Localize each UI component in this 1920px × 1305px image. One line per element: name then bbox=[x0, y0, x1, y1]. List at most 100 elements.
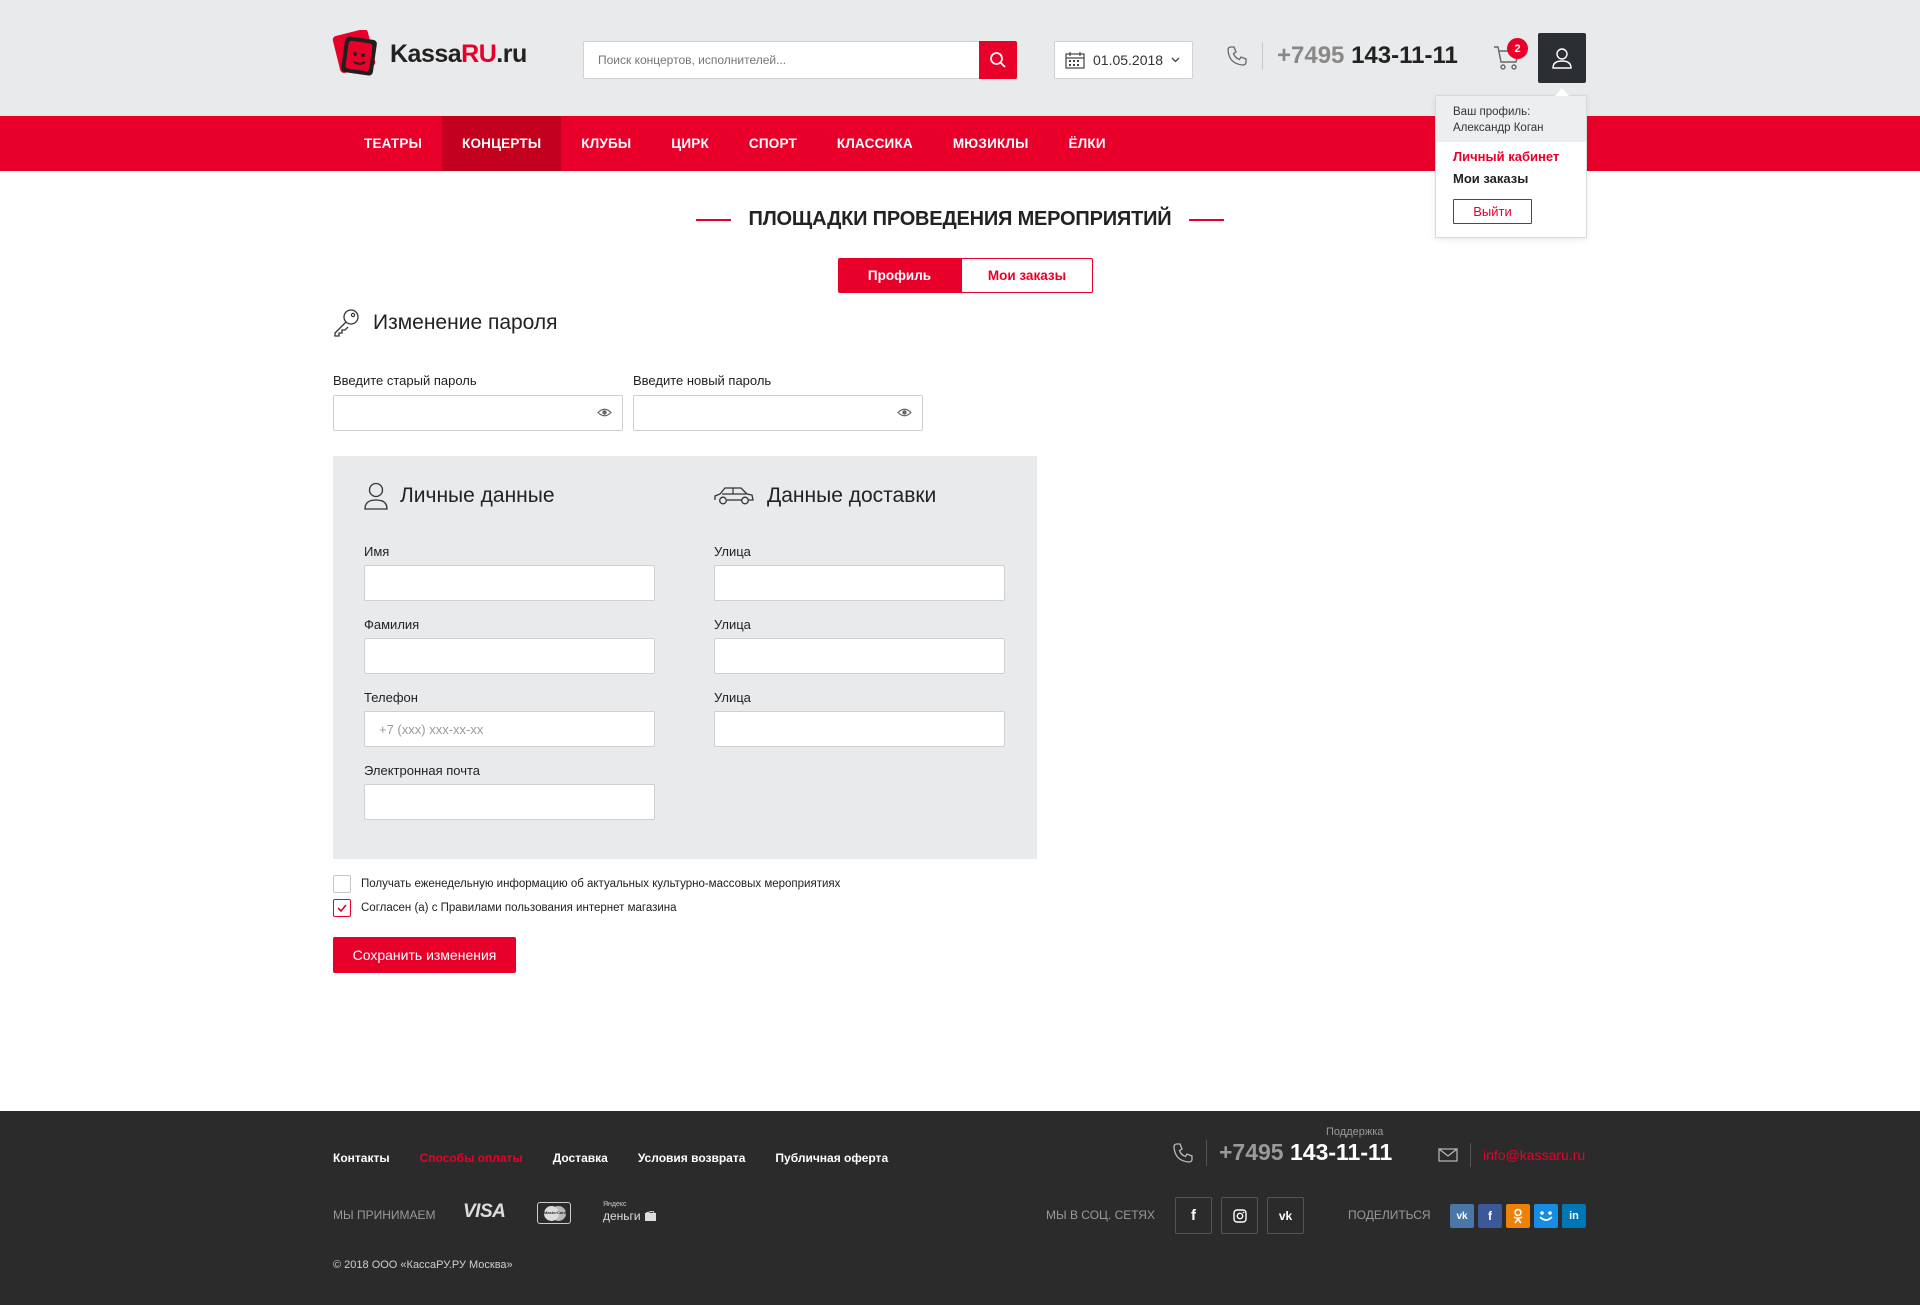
eye-icon[interactable] bbox=[597, 407, 612, 418]
street1-label: Улица bbox=[714, 544, 751, 559]
wallet-icon bbox=[644, 1210, 656, 1221]
last-name-label: Фамилия bbox=[364, 617, 420, 632]
footer-links: Контакты Способы оплаты Доставка Условия… bbox=[333, 1151, 888, 1165]
nav-item-classic[interactable]: КЛАССИКА bbox=[817, 116, 933, 171]
share-vk-button[interactable]: vk bbox=[1450, 1204, 1474, 1228]
terms-checkbox[interactable] bbox=[333, 899, 351, 917]
phone-input[interactable] bbox=[365, 712, 654, 746]
nav-item-yolki[interactable]: ЁЛКИ bbox=[1049, 116, 1126, 171]
mymail-icon bbox=[1539, 1211, 1553, 1221]
user-icon bbox=[364, 482, 388, 510]
eye-icon[interactable] bbox=[897, 407, 912, 418]
footer-phone[interactable]: +7495 143-11-11 bbox=[1172, 1139, 1392, 1166]
newsletter-row: Получать еженедельную информацию об акту… bbox=[333, 875, 840, 893]
title-line-right bbox=[1189, 218, 1225, 221]
cart-button[interactable]: 2 bbox=[1476, 33, 1538, 83]
footer-email-link[interactable]: info@kassaru.ru bbox=[1483, 1147, 1585, 1163]
password-section-heading: Изменение пароля bbox=[333, 308, 558, 338]
delivery-section-heading: Данные доставки bbox=[713, 484, 936, 508]
nav-item-sport[interactable]: СПОРТ bbox=[729, 116, 817, 171]
phone-label: Телефон bbox=[364, 690, 418, 705]
chevron-down-icon bbox=[1171, 57, 1180, 63]
new-password-input[interactable] bbox=[634, 396, 922, 430]
key-icon bbox=[334, 309, 359, 337]
date-picker[interactable]: 01.05.2018 bbox=[1054, 41, 1193, 79]
divider bbox=[1470, 1143, 1471, 1167]
divider bbox=[1262, 42, 1263, 70]
share-mymail-button[interactable] bbox=[1534, 1204, 1558, 1228]
nav-item-musicals[interactable]: МЮЗИКЛЫ bbox=[933, 116, 1049, 171]
car-icon bbox=[714, 487, 754, 505]
tab-profile[interactable]: Профиль bbox=[838, 258, 961, 293]
street1-field bbox=[714, 565, 1005, 601]
footer-link-offer[interactable]: Публичная оферта bbox=[775, 1151, 888, 1165]
search-button[interactable] bbox=[979, 41, 1017, 79]
facebook-button[interactable]: f bbox=[1175, 1197, 1212, 1234]
site-header: KassaRU.ru 01.05.2018 +7495 143-11-11 2 bbox=[0, 0, 1920, 116]
support-label: Поддержка bbox=[1326, 1126, 1384, 1138]
profile-button[interactable] bbox=[1538, 33, 1586, 83]
share-odnoklassniki-button[interactable] bbox=[1506, 1204, 1530, 1228]
street2-field bbox=[714, 638, 1005, 674]
cabinet-link[interactable]: Личный кабинет bbox=[1453, 149, 1559, 164]
email-label: Электронная почта bbox=[364, 763, 481, 778]
footer-link-delivery[interactable]: Доставка bbox=[553, 1151, 608, 1165]
page-title-block: ПЛОЩАДКИ ПРОВЕДЕНИЯ МЕРОПРИЯТИЙ bbox=[0, 208, 1920, 231]
nav-item-concerts[interactable]: КОНЦЕРТЫ bbox=[442, 116, 562, 171]
share-label: ПОДЕЛИТЬСЯ bbox=[1348, 1208, 1431, 1222]
profile-label: Ваш профиль: bbox=[1453, 106, 1531, 118]
old-password-input[interactable] bbox=[334, 396, 622, 430]
phone-field bbox=[364, 711, 655, 747]
footer-link-contacts[interactable]: Контакты bbox=[333, 1151, 390, 1165]
share-linkedin-button[interactable]: in bbox=[1562, 1204, 1586, 1228]
nav-items: ТЕАТРЫ КОНЦЕРТЫ КЛУБЫ ЦИРК СПОРТ КЛАССИК… bbox=[344, 116, 1126, 171]
header-phone[interactable]: +7495 143-11-11 bbox=[1226, 42, 1458, 70]
copyright: © 2018 ООО «КассаРУ.РУ Москва» bbox=[333, 1259, 513, 1271]
first-name-input[interactable] bbox=[365, 566, 654, 600]
footer-phone-number: +7495 143-11-11 bbox=[1219, 1139, 1393, 1165]
footer-link-payment[interactable]: Способы оплаты bbox=[420, 1151, 523, 1165]
logout-button[interactable]: Выйти bbox=[1453, 199, 1532, 224]
logo[interactable]: KassaRU.ru bbox=[332, 29, 527, 78]
calendar-icon bbox=[1065, 52, 1085, 69]
instagram-icon bbox=[1232, 1208, 1247, 1223]
footer-email: info@kassaru.ru bbox=[1438, 1143, 1585, 1167]
street3-input[interactable] bbox=[715, 712, 1004, 746]
phone-icon bbox=[1173, 1142, 1193, 1163]
date-value: 01.05.2018 bbox=[1093, 52, 1164, 68]
search-input[interactable] bbox=[584, 42, 964, 78]
terms-label: Согласен (а) с Правилами пользования инт… bbox=[361, 902, 677, 914]
personal-section-heading: Личные данные bbox=[364, 482, 555, 510]
street3-field bbox=[714, 711, 1005, 747]
vk-icon: vk bbox=[1456, 1210, 1468, 1222]
nav-item-clubs[interactable]: КЛУБЫ bbox=[561, 116, 651, 171]
share-facebook-button[interactable]: f bbox=[1478, 1204, 1502, 1228]
main-nav: ТЕАТРЫ КОНЦЕРТЫ КЛУБЫ ЦИРК СПОРТ КЛАССИК… bbox=[0, 116, 1920, 171]
facebook-icon: f bbox=[1191, 1207, 1196, 1224]
vk-button[interactable]: vk bbox=[1267, 1197, 1304, 1234]
street2-input[interactable] bbox=[715, 639, 1004, 673]
instagram-button[interactable] bbox=[1221, 1197, 1258, 1234]
tab-orders[interactable]: Мои заказы bbox=[961, 258, 1093, 293]
first-name-field bbox=[364, 565, 655, 601]
nav-item-circus[interactable]: ЦИРК bbox=[651, 116, 729, 171]
mastercard-logo: MasterCard bbox=[537, 1202, 571, 1224]
newsletter-checkbox[interactable] bbox=[333, 875, 351, 893]
profile-dropdown: Ваш профиль: Александр Коган Личный каби… bbox=[1435, 95, 1587, 238]
profile-user-name: Александр Коган bbox=[1453, 122, 1544, 134]
phone-icon bbox=[1227, 46, 1247, 66]
delivery-heading: Данные доставки bbox=[767, 484, 937, 507]
last-name-input[interactable] bbox=[365, 639, 654, 673]
dropdown-arrow bbox=[1555, 88, 1569, 96]
email-field bbox=[364, 784, 655, 820]
save-button[interactable]: Сохранить изменения bbox=[333, 937, 516, 973]
email-input[interactable] bbox=[365, 785, 654, 819]
orders-link[interactable]: Мои заказы bbox=[1453, 171, 1528, 186]
password-heading: Изменение пароля bbox=[373, 311, 558, 334]
logo-icon bbox=[332, 29, 382, 78]
logo-text: KassaRU.ru bbox=[390, 39, 527, 68]
footer-link-returns[interactable]: Условия возврата bbox=[638, 1151, 746, 1165]
profile-info: Ваш профиль: Александр Коган bbox=[1436, 96, 1586, 142]
nav-item-theaters[interactable]: ТЕАТРЫ bbox=[344, 116, 442, 171]
street1-input[interactable] bbox=[715, 566, 1004, 600]
